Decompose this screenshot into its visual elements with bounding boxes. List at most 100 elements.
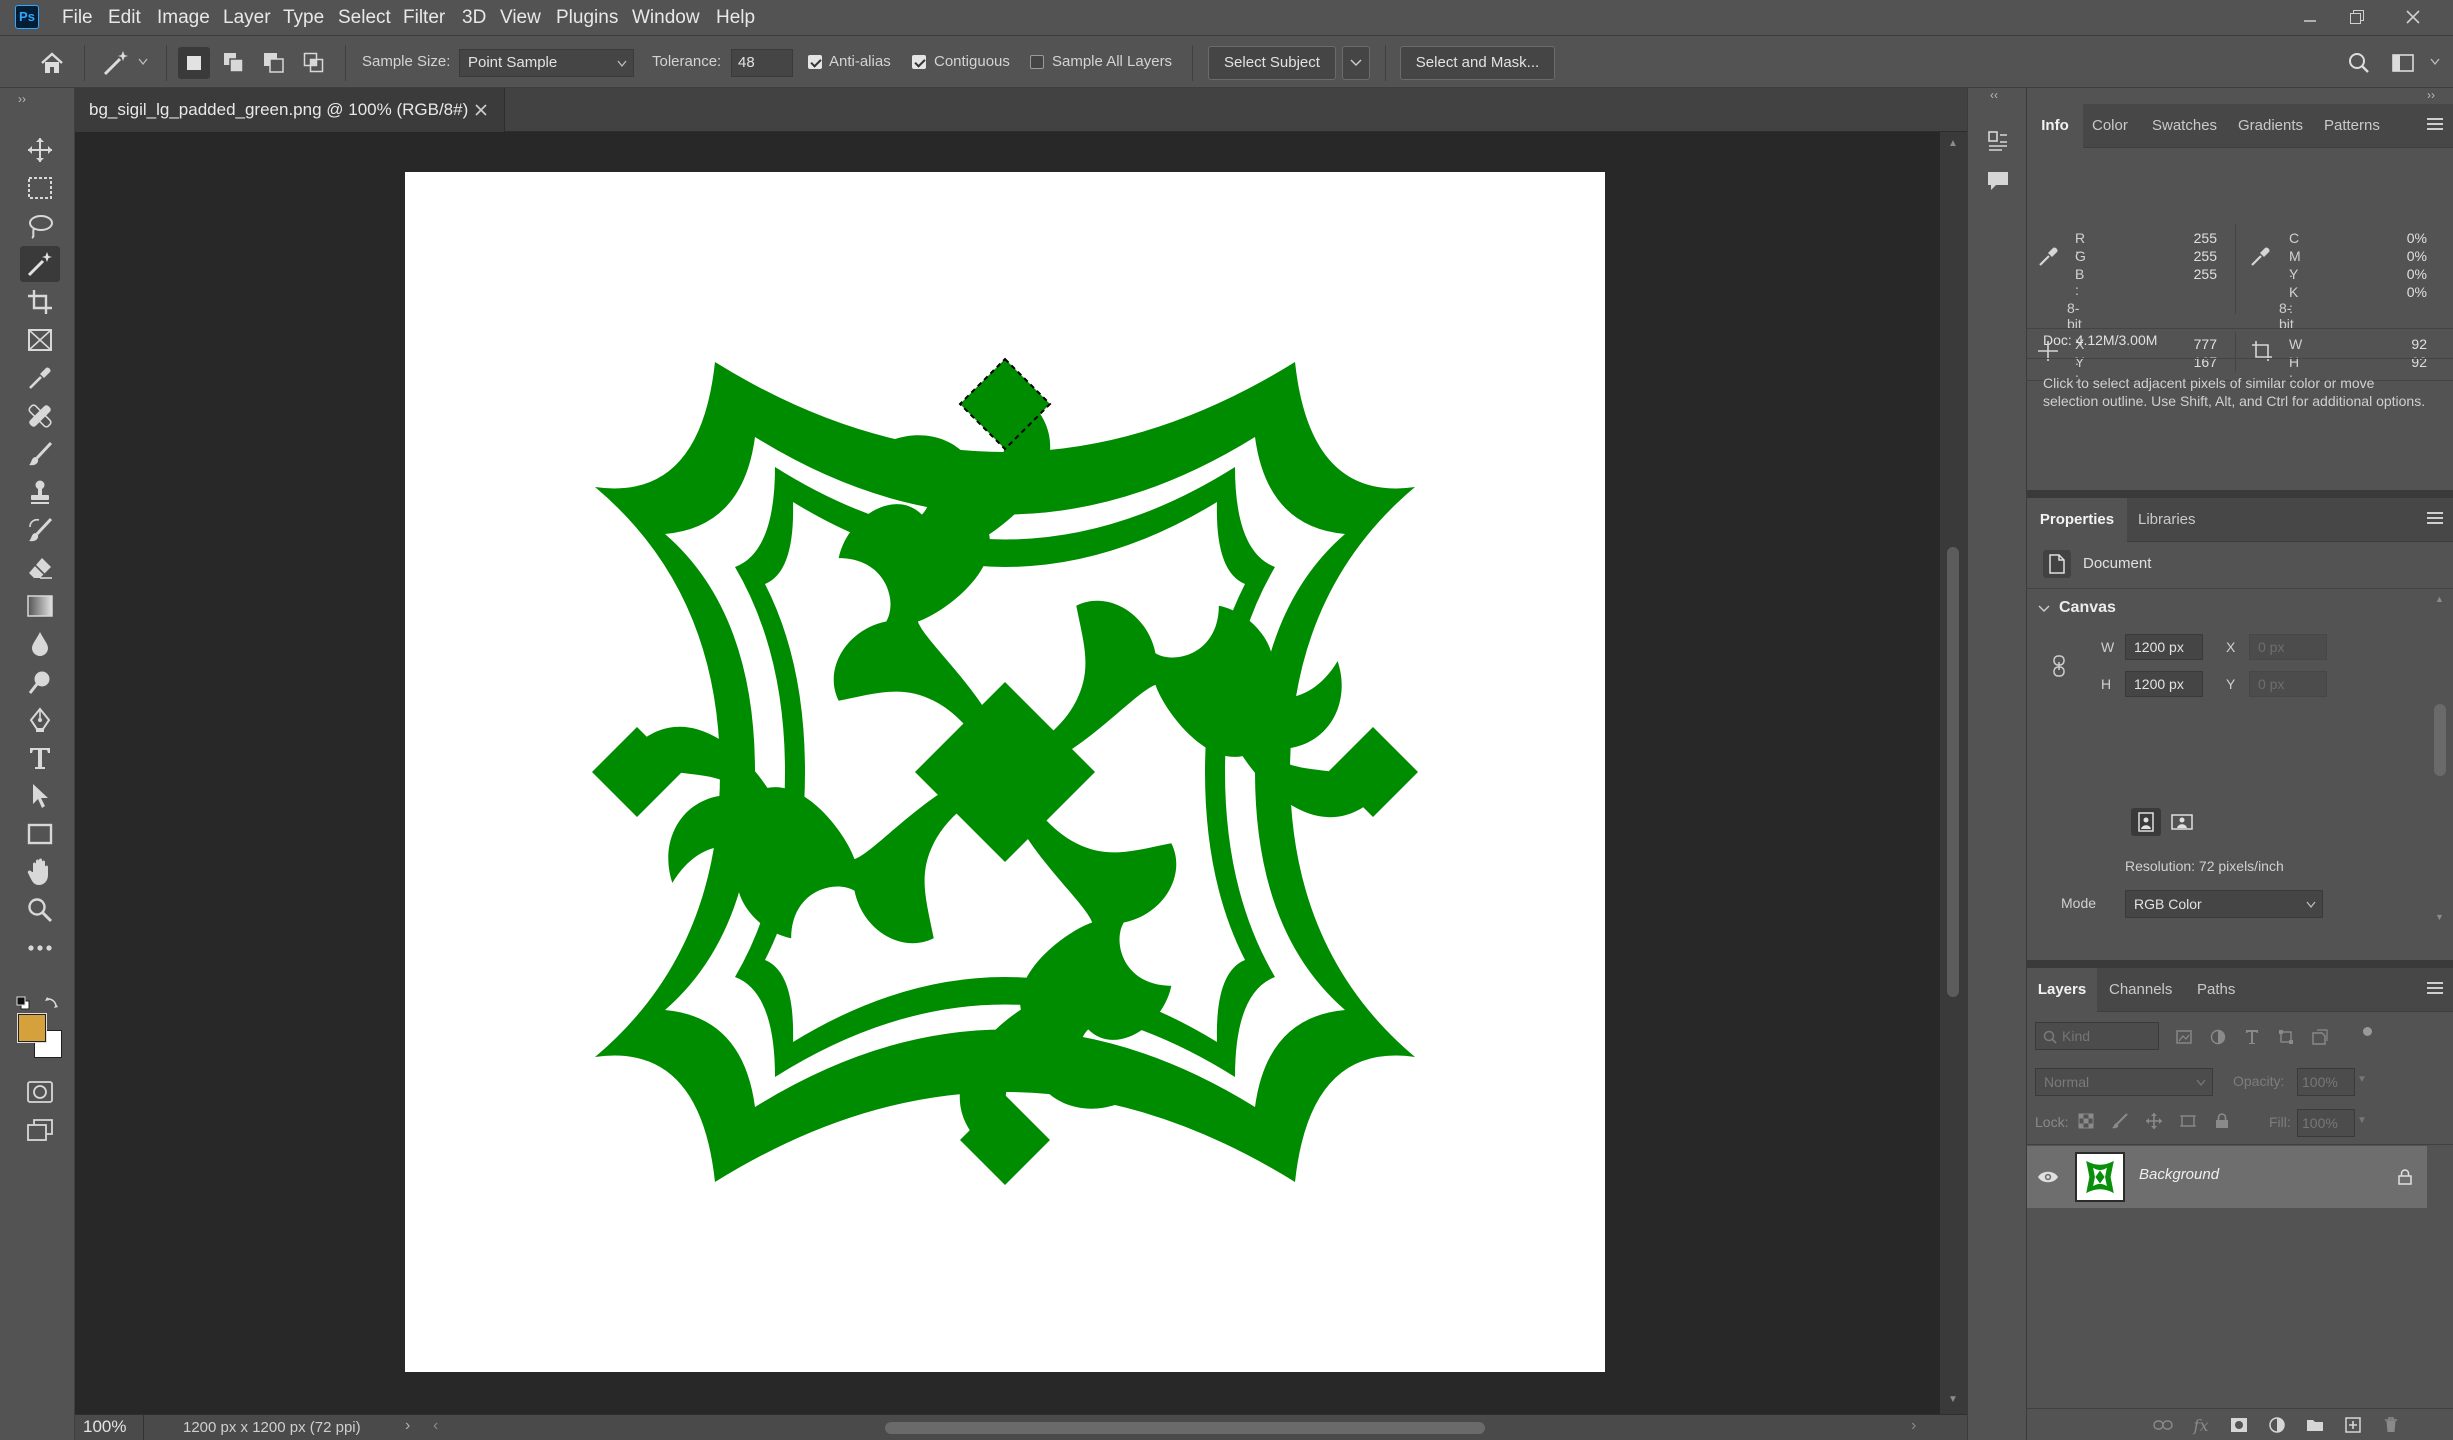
- chevron-down-icon[interactable]: [136, 55, 150, 69]
- layer-kind-filter[interactable]: Kind: [2035, 1022, 2159, 1050]
- menu-plugins[interactable]: Plugins: [556, 0, 618, 36]
- minimize-icon[interactable]: [2290, 0, 2330, 34]
- layer-name[interactable]: Background: [2139, 1166, 2219, 1183]
- history-panel-icon[interactable]: [1981, 124, 2015, 158]
- type-tool-icon[interactable]: [20, 740, 60, 776]
- lasso-tool-icon[interactable]: [20, 208, 60, 244]
- scroll-right-icon[interactable]: ›: [1911, 1417, 1916, 1435]
- add-to-selection-icon[interactable]: [218, 47, 250, 79]
- swap-colors-icon[interactable]: [44, 994, 60, 1010]
- canvas-width-input[interactable]: 1200 px: [2125, 634, 2203, 660]
- canvas-y-input[interactable]: 0 px: [2249, 671, 2327, 697]
- canvas-collapse-icon[interactable]: [2037, 602, 2051, 616]
- menu-view[interactable]: View: [500, 0, 541, 36]
- lock-pixels-icon[interactable]: [2109, 1110, 2131, 1132]
- menu-filter[interactable]: Filter: [403, 0, 445, 36]
- gradient-tool-icon[interactable]: [20, 588, 60, 624]
- properties-scroll-thumb[interactable]: [2434, 704, 2446, 776]
- vertical-scroll-thumb[interactable]: [1947, 547, 1959, 997]
- filter-shape-icon[interactable]: [2275, 1026, 2297, 1048]
- tab-layers[interactable]: Layers: [2027, 968, 2097, 1012]
- default-colors-icon[interactable]: [16, 996, 30, 1010]
- fill-input[interactable]: 100%: [2297, 1109, 2355, 1137]
- select-and-mask-button[interactable]: Select and Mask...: [1400, 46, 1555, 80]
- magic-wand-icon[interactable]: [98, 46, 134, 80]
- close-icon[interactable]: [2393, 0, 2433, 34]
- menu-window[interactable]: Window: [632, 0, 700, 36]
- filter-adjustment-icon[interactable]: [2207, 1026, 2229, 1048]
- tab-color[interactable]: Color: [2092, 104, 2128, 148]
- select-subject-button[interactable]: Select Subject: [1208, 46, 1336, 80]
- canvas-mode-select[interactable]: RGB Color: [2125, 890, 2323, 918]
- anti-alias-checkbox[interactable]: [808, 55, 822, 69]
- zoom-level[interactable]: 100%: [83, 1417, 126, 1437]
- new-group-icon[interactable]: [2303, 1413, 2327, 1437]
- path-selection-tool-icon[interactable]: [20, 778, 60, 814]
- document-size-status[interactable]: 1200 px x 1200 px (72 ppi): [183, 1419, 361, 1436]
- scroll-left-icon[interactable]: ‹: [433, 1417, 438, 1435]
- comments-panel-icon[interactable]: [1981, 164, 2015, 198]
- select-subject-dropdown[interactable]: [1342, 46, 1370, 80]
- canvas-height-input[interactable]: 1200 px: [2125, 671, 2203, 697]
- sample-size-select[interactable]: Point Sample: [459, 49, 634, 77]
- eraser-tool-icon[interactable]: [20, 550, 60, 586]
- crop-tool-icon[interactable]: [20, 284, 60, 320]
- lock-all-icon[interactable]: [2211, 1110, 2233, 1132]
- more-tools-icon[interactable]: [20, 930, 60, 966]
- lock-artboard-icon[interactable]: [2177, 1110, 2199, 1132]
- delete-layer-icon[interactable]: [2379, 1413, 2403, 1437]
- tab-gradients[interactable]: Gradients: [2238, 104, 2303, 148]
- collapse-strip-icon[interactable]: ‹‹: [1990, 88, 1998, 102]
- tab-info[interactable]: Info: [2027, 104, 2083, 148]
- restore-icon[interactable]: [2337, 0, 2377, 34]
- collapse-panels-icon[interactable]: ››: [2427, 88, 2435, 102]
- intersect-selection-icon[interactable]: [298, 47, 330, 79]
- tab-libraries[interactable]: Libraries: [2138, 498, 2196, 542]
- eyedropper-tool-icon[interactable]: [20, 360, 60, 396]
- close-tab-icon[interactable]: [473, 102, 489, 118]
- opacity-input[interactable]: 100%: [2297, 1068, 2355, 1096]
- menu-3d[interactable]: 3D: [462, 0, 486, 36]
- scroll-down-icon[interactable]: ▼: [1948, 1394, 1958, 1405]
- zoom-tool-icon[interactable]: [20, 892, 60, 928]
- foreground-color-swatch[interactable]: [17, 1013, 47, 1043]
- screen-mode-icon[interactable]: [20, 1112, 60, 1148]
- marquee-tool-icon[interactable]: [20, 170, 60, 206]
- horizontal-scroll-thumb[interactable]: [885, 1422, 1485, 1434]
- link-dimensions-icon[interactable]: [2051, 654, 2067, 678]
- add-mask-icon[interactable]: [2227, 1413, 2251, 1437]
- scroll-up-icon[interactable]: ▲: [1948, 138, 1958, 149]
- visibility-eye-icon[interactable]: [2035, 1164, 2061, 1190]
- tab-channels[interactable]: Channels: [2109, 968, 2172, 1012]
- new-selection-icon[interactable]: [178, 47, 210, 79]
- search-icon[interactable]: [2343, 47, 2375, 79]
- tab-swatches[interactable]: Swatches: [2152, 104, 2217, 148]
- canvas[interactable]: [405, 172, 1605, 1372]
- blur-tool-icon[interactable]: [20, 626, 60, 662]
- history-brush-tool-icon[interactable]: [20, 512, 60, 548]
- filter-toggle-icon[interactable]: [2363, 1027, 2372, 1036]
- vertical-scrollbar[interactable]: ▲ ▼: [1940, 132, 1967, 1414]
- menu-layer[interactable]: Layer: [223, 0, 271, 36]
- tab-patterns[interactable]: Patterns: [2324, 104, 2380, 148]
- canvas-x-input[interactable]: 0 px: [2249, 634, 2327, 660]
- info-panel-menu-icon[interactable]: [2427, 118, 2443, 132]
- pen-tool-icon[interactable]: [20, 702, 60, 738]
- healing-brush-tool-icon[interactable]: [20, 398, 60, 434]
- brush-tool-icon[interactable]: [20, 436, 60, 472]
- status-chevron-icon[interactable]: ›: [405, 1417, 410, 1435]
- blend-mode-select[interactable]: Normal: [2035, 1068, 2213, 1096]
- filter-smart-object-icon[interactable]: [2309, 1026, 2331, 1048]
- lock-transparent-icon[interactable]: [2075, 1110, 2097, 1132]
- menu-image[interactable]: Image: [157, 0, 210, 36]
- filter-type-icon[interactable]: [2241, 1026, 2263, 1048]
- lock-position-icon[interactable]: [2143, 1110, 2165, 1132]
- landscape-orientation-icon[interactable]: [2167, 808, 2197, 836]
- clone-stamp-tool-icon[interactable]: [20, 474, 60, 510]
- new-adjustment-layer-icon[interactable]: [2265, 1413, 2289, 1437]
- rectangle-tool-icon[interactable]: [20, 816, 60, 852]
- menu-type[interactable]: Type: [283, 0, 324, 36]
- menu-edit[interactable]: Edit: [108, 0, 141, 36]
- contiguous-checkbox[interactable]: [912, 55, 926, 69]
- dodge-tool-icon[interactable]: [20, 664, 60, 700]
